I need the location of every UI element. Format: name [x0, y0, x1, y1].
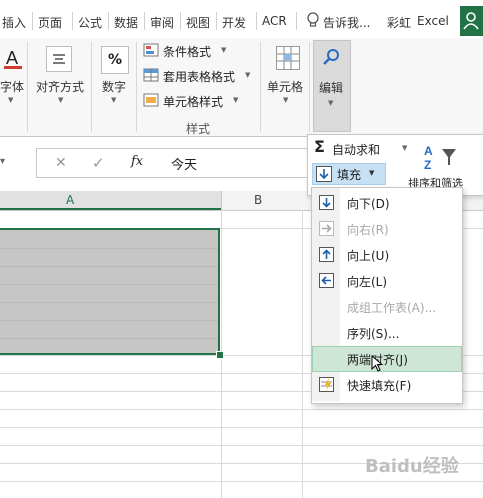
tab-divider: [108, 12, 109, 30]
fill-left-icon: [319, 273, 334, 288]
lightbulb-icon: [306, 12, 320, 30]
tab-page-layout[interactable]: 页面: [38, 14, 62, 31]
svg-text:Z: Z: [424, 158, 431, 171]
tab-insert[interactable]: 插入: [2, 14, 26, 31]
tab-data[interactable]: 数据: [114, 14, 138, 31]
alignment-button[interactable]: 对齐方式: [36, 78, 84, 95]
ribbon-tab-bar: 插入 页面 公式 数据 审阅 视图 开发 ACR 告诉我... 彩虹 Excel: [0, 0, 483, 39]
fill-right-icon: [319, 221, 334, 236]
chevron-down-icon: ▼: [328, 99, 334, 107]
group-divider: [27, 42, 28, 132]
align-icon: [46, 46, 72, 72]
cells-icon: [276, 46, 300, 70]
tab-divider: [72, 12, 73, 30]
group-divider: [260, 42, 261, 132]
insert-function-button[interactable]: fx: [131, 154, 143, 169]
tab-developer[interactable]: 开发: [222, 14, 246, 31]
column-header-b[interactable]: B: [222, 191, 302, 210]
fill-handle[interactable]: [216, 351, 224, 359]
row-line: [0, 302, 218, 303]
fill-down-icon: [316, 166, 332, 182]
flash-fill-icon: [319, 377, 334, 392]
fill-right-item[interactable]: 向右(R): [313, 217, 461, 241]
cell-style-icon: [143, 93, 159, 107]
grid-line: [302, 210, 303, 498]
name-box-dropdown[interactable]: ▾: [0, 156, 8, 168]
editing-button[interactable]: 编辑 ▼: [313, 40, 351, 132]
fill-up-icon: [319, 247, 334, 262]
column-header-a[interactable]: A: [0, 191, 221, 210]
formula-content: 今天: [171, 158, 198, 173]
row-line: [0, 266, 218, 267]
chevron-down-icon: ▼: [58, 96, 64, 104]
chevron-down-icon: ▼: [111, 96, 117, 104]
conditional-format-icon: [143, 43, 159, 57]
user-name: 彩虹: [387, 16, 412, 30]
mouse-cursor-icon: [371, 354, 385, 373]
grid-line: [0, 481, 483, 482]
fill-down-item[interactable]: 向下(D): [313, 191, 461, 215]
grid-line: [0, 445, 483, 446]
fill-button[interactable]: 填充 ▼: [312, 163, 386, 185]
tab-review[interactable]: 审阅: [150, 14, 174, 31]
tab-formulas[interactable]: 公式: [78, 14, 102, 31]
tab-divider: [144, 12, 145, 30]
row-line: [0, 284, 218, 285]
svg-text:A: A: [6, 48, 18, 68]
tab-acrobat[interactable]: ACR: [262, 14, 287, 28]
group-divider: [309, 42, 310, 132]
row-line: [0, 338, 218, 339]
row-line: [0, 320, 218, 321]
share-button[interactable]: [460, 6, 483, 36]
grid-line: [0, 427, 483, 428]
flash-fill-item[interactable]: 快速填充(F): [313, 373, 461, 397]
percent-icon: %: [101, 46, 129, 74]
tab-divider: [216, 12, 217, 30]
sigma-icon: Σ: [314, 137, 325, 156]
editing-label: 编辑: [319, 81, 344, 95]
group-divider: [136, 42, 137, 132]
cells-button[interactable]: 单元格: [267, 78, 303, 95]
tab-divider: [180, 12, 181, 30]
tab-view[interactable]: 视图: [186, 14, 210, 31]
chevron-down-icon: ▼: [245, 71, 251, 79]
app-name: Excel: [417, 14, 449, 28]
chevron-down-icon: ▼: [283, 96, 289, 104]
font-icon: A: [2, 46, 24, 70]
chevron-down-icon: ▼: [233, 96, 239, 104]
fill-across-sheets-item[interactable]: 成组工作表(A)...: [313, 295, 461, 319]
group-divider: [91, 42, 92, 132]
svg-text:A: A: [424, 144, 433, 158]
tab-divider: [256, 12, 257, 30]
search-icon: [322, 47, 342, 67]
chevron-down-icon: ▼: [369, 169, 375, 177]
ribbon-home: A 字体 ▼ 对齐方式 ▼ % 数字 ▼ 条件格式 ▼ 套用表格格式 ▼ 单元格…: [0, 38, 483, 137]
tell-me-search[interactable]: 告诉我...: [323, 14, 370, 31]
watermark: Baidu经验: [365, 456, 459, 477]
justify-item[interactable]: 两端对齐(J): [312, 346, 462, 373]
tab-divider: [32, 12, 33, 30]
fill-down-icon: [319, 195, 334, 210]
formula-input[interactable]: 今天: [161, 148, 322, 178]
row-line: [0, 248, 218, 249]
fill-series-item[interactable]: 序列(S)...: [313, 321, 461, 345]
formula-controls: ✕ ✓ fx: [36, 148, 163, 178]
tab-divider: [296, 12, 297, 30]
grid-line: [0, 409, 483, 410]
enter-icon[interactable]: ✓: [92, 154, 105, 172]
selected-range[interactable]: [0, 228, 220, 355]
number-format-button[interactable]: 数字: [102, 78, 126, 95]
fill-up-item[interactable]: 向上(U): [313, 243, 461, 267]
styles-group-label: 样式: [186, 122, 211, 136]
table-format-icon: [143, 68, 159, 82]
font-button[interactable]: 字体: [0, 78, 24, 95]
fill-submenu: 向下(D) 向右(R) 向上(U) 向左(L) 成组工作表(A)... 序列(S…: [311, 187, 463, 404]
chevron-down-icon: ▼: [402, 144, 408, 152]
cancel-icon[interactable]: ✕: [55, 155, 67, 171]
sort-filter-icon: AZ: [422, 143, 458, 172]
chevron-down-icon: ▼: [221, 46, 227, 54]
chevron-down-icon: ▼: [8, 96, 14, 104]
fill-left-item[interactable]: 向左(L): [313, 269, 461, 293]
